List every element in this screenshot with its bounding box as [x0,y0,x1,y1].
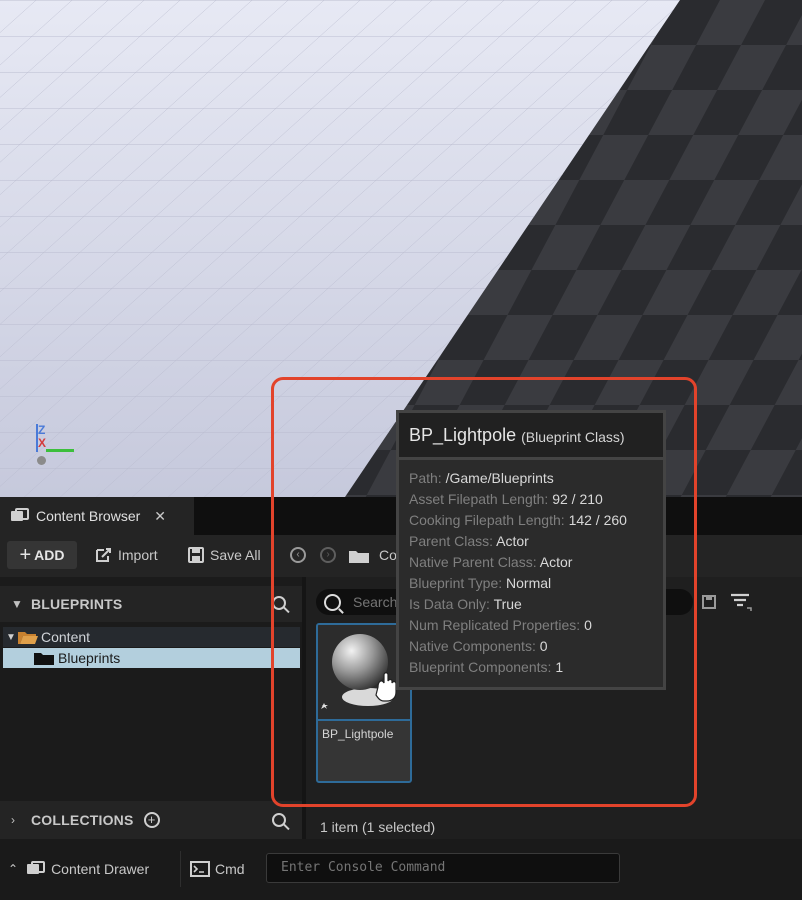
blueprints-section-header[interactable]: ▼ BLUEPRINTS [0,586,302,622]
tooltip-row: Path: /Game/Blueprints [409,470,659,491]
cmd-button[interactable]: Cmd [190,850,245,888]
import-button[interactable]: Import [95,541,158,569]
path-breadcrumb[interactable]: Co [379,547,397,563]
search-icon[interactable] [272,596,286,610]
tooltip-row: Blueprint Components: 1 [409,659,659,680]
folder-icon [34,651,58,665]
tooltip-key: Asset Filepath Length: [409,491,553,507]
tree-item-content[interactable]: ▼ Content [3,627,300,647]
asset-tooltip: BP_Lightpole (Blueprint Class) Path: /Ga… [396,410,666,690]
tooltip-key: Parent Class: [409,533,497,549]
tooltip-row: Blueprint Type: Normal [409,575,659,596]
blueprints-section-title: BLUEPRINTS [31,596,123,612]
close-icon[interactable]: ✕ [154,508,166,525]
import-label: Import [118,547,158,563]
tree-label: Blueprints [58,650,121,666]
tooltip-asset-type: (Blueprint Class) [521,428,625,445]
filter-icon[interactable] [730,592,752,617]
chevron-up-icon: ⌃ [8,862,19,876]
add-button[interactable]: + ADD [7,541,77,569]
star-icon [321,703,328,709]
save-all-button[interactable]: Save All [188,541,261,569]
import-icon [95,547,118,563]
asset-name: BP_Lightpole [322,727,394,741]
tooltip-key: Path: [409,470,446,486]
console-command-field[interactable] [266,853,620,883]
plus-icon: + [19,544,32,566]
axis-gizmo: Z X [28,420,88,475]
tooltip-value: Actor [496,533,529,549]
search-icon[interactable] [272,813,286,827]
tooltip-row: Native Parent Class: Actor [409,554,659,575]
tooltip-row: Native Components: 0 [409,638,659,659]
tooltip-key: Native Parent Class: [409,554,540,570]
collections-section-title: COLLECTIONS [31,812,134,828]
tab-label: Content Browser [36,508,141,524]
tree-item-blueprints[interactable]: Blueprints [3,648,300,668]
tooltip-key: Is Data Only: [409,596,494,612]
chevron-right-icon: › [11,813,15,827]
tooltip-key: Blueprint Type: [409,575,507,591]
content-browser-icon [18,861,51,877]
save-all-label: Save All [210,547,261,563]
tooltip-body: Path: /Game/Blueprints Asset Filepath Le… [409,470,659,680]
tooltip-asset-name: BP_Lightpole [409,424,517,445]
tooltip-key: Cooking Filepath Length: [409,512,569,528]
tooltip-value: 0 [539,638,548,654]
tooltip-key: Native Components: [409,638,540,654]
selection-bar [318,719,410,721]
add-label: ADD [34,547,65,563]
tooltip-header: BP_Lightpole (Blueprint Class) [399,413,663,460]
content-drawer-button[interactable]: ⌃ Content Drawer [0,850,178,888]
sources-panel: ▼ BLUEPRINTS ▼ Content Blueprints › COLL… [0,577,302,839]
axis-origin [37,456,46,465]
back-arrow-icon[interactable]: ‹ [290,547,306,563]
y-axis-line [46,449,74,452]
content-browser-icon [10,508,30,524]
collections-section-header[interactable]: › COLLECTIONS + [0,801,302,839]
bottom-status-bar: ⌃ Content Drawer Cmd [0,839,802,900]
tooltip-key: Num Replicated Properties: [409,617,585,633]
divider [180,851,181,887]
terminal-icon [190,861,215,877]
open-folder-icon [18,630,41,644]
tooltip-value: Normal [506,575,552,591]
tree-label: Content [41,629,91,645]
tooltip-value: True [493,596,522,612]
tooltip-value: 0 [584,617,592,633]
tooltip-value: 92 / 210 [552,491,603,507]
tooltip-row: Parent Class: Actor [409,533,659,554]
save-icon [188,547,210,563]
chevron-down-icon: ▼ [11,597,23,611]
tab-content-browser[interactable]: Content Browser ✕ [0,497,194,535]
folder-icon [349,549,369,563]
item-count: 1 item (1 selected) [320,819,436,835]
z-axis-label: Z [38,423,46,437]
tooltip-row: Asset Filepath Length: 92 / 210 [409,491,659,512]
add-collection-icon[interactable]: + [143,812,160,828]
content-drawer-label: Content Drawer [51,861,150,877]
cmd-label: Cmd [215,861,245,877]
tooltip-value: 1 [555,659,564,675]
tooltip-row: Is Data Only: True [409,596,659,617]
chevron-down-icon: ▼ [6,631,16,643]
tooltip-value: /Game/Blueprints [445,470,554,486]
console-command-input[interactable] [267,854,615,881]
x-axis-label: X [38,436,47,450]
tooltip-value: Actor [539,554,573,570]
search-icon [324,593,341,611]
tooltip-row: Cooking Filepath Length: 142 / 260 [409,512,659,533]
tooltip-row: Num Replicated Properties: 0 [409,617,659,638]
save-search-icon[interactable] [702,595,716,614]
forward-arrow-icon[interactable]: › [320,547,336,563]
tooltip-key: Blueprint Components: [409,659,556,675]
tooltip-value: 142 / 260 [568,512,627,528]
